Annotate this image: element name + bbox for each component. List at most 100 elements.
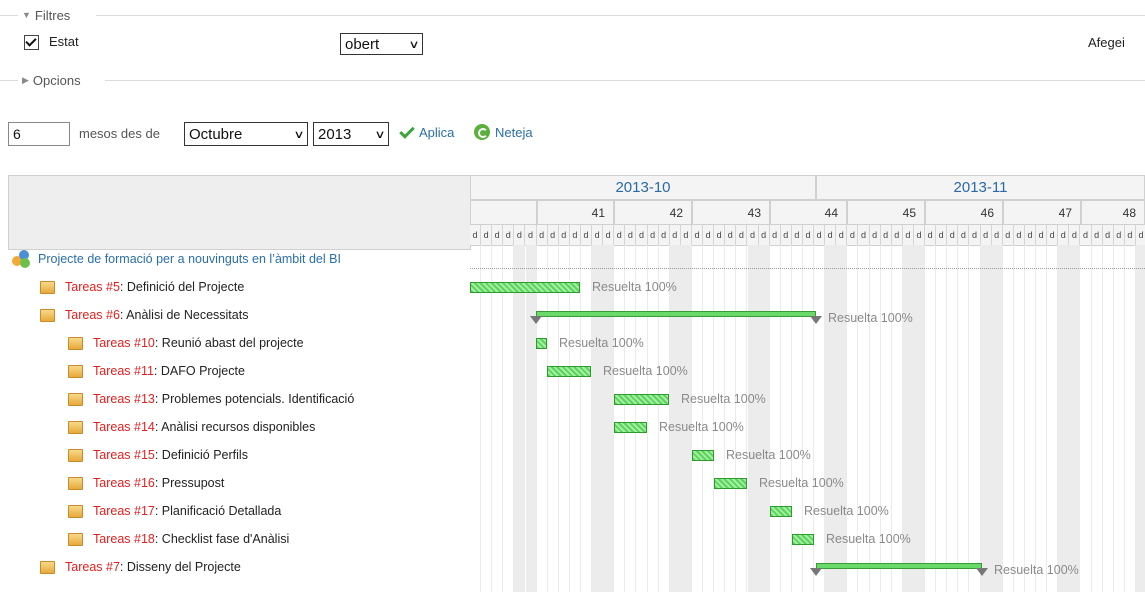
grid-day-column	[1047, 245, 1059, 592]
grid-day-column	[958, 245, 970, 592]
day-cell: d	[981, 225, 992, 245]
task-link[interactable]: Tareas #17	[93, 504, 155, 518]
day-cell: d	[570, 225, 581, 245]
day-cell: d	[1025, 225, 1036, 245]
estat-select[interactable]: obert ∨	[340, 33, 423, 55]
day-cell: d	[958, 225, 970, 245]
task-link[interactable]: Tareas #18	[93, 532, 155, 546]
task-row: Tareas #10: Reunió abast del projecte	[68, 329, 304, 357]
month-header: 2013-11	[816, 175, 1145, 200]
task-link[interactable]: Tareas #7	[65, 560, 120, 574]
grid-day-column	[1114, 245, 1125, 592]
task-bar[interactable]	[547, 366, 591, 377]
day-cell: d	[637, 225, 648, 245]
grid-day-column	[548, 245, 559, 592]
task-icon	[68, 504, 83, 518]
filters-legend[interactable]: ▼ Filtres	[0, 8, 70, 23]
divider	[0, 14, 18, 16]
task-link[interactable]: Tareas #13	[93, 392, 155, 406]
parent-bar-end-marker	[530, 316, 542, 324]
estat-checkbox[interactable]	[24, 35, 39, 50]
day-cell: d	[537, 225, 548, 245]
task-status-label: Resuelta 100%	[826, 532, 911, 546]
day-cell: d	[581, 225, 592, 245]
chevron-down-icon: ∨	[293, 128, 305, 141]
month-header: 2013-10	[470, 175, 816, 200]
day-cell: d	[714, 225, 726, 245]
task-link[interactable]: Tareas #10	[93, 336, 155, 350]
day-cell: d	[1092, 225, 1103, 245]
day-cell: d	[1069, 225, 1081, 245]
day-cell: d	[681, 225, 692, 245]
grid-day-column	[1003, 245, 1014, 592]
day-cell: d	[625, 225, 637, 245]
task-title: : DAFO Projecte	[153, 364, 245, 378]
task-bar[interactable]	[770, 506, 792, 517]
grid-day-column	[470, 245, 481, 592]
task-icon	[68, 336, 83, 350]
day-cell: d	[670, 225, 681, 245]
day-cell: d	[1058, 225, 1070, 245]
task-title: : Checklist fase d'Anàlisi	[154, 532, 290, 546]
task-bar[interactable]	[614, 394, 669, 405]
task-link[interactable]: Tareas #14	[93, 420, 155, 434]
parent-task-bar[interactable]	[816, 563, 982, 569]
day-cell: d	[603, 225, 615, 245]
day-cell: d	[770, 225, 781, 245]
grid-day-column	[503, 245, 515, 592]
task-row: Tareas #13: Problemes potencials. Identi…	[68, 385, 354, 413]
options-legend-label: Opcions	[32, 72, 81, 88]
parent-task-bar[interactable]	[536, 311, 816, 317]
project-link[interactable]: Projecte de formació per a nouvinguts en…	[38, 252, 341, 266]
task-row: Tareas #11: DAFO Projecte	[68, 357, 245, 385]
day-cell: d	[481, 225, 493, 245]
task-bar[interactable]	[692, 450, 714, 461]
task-bar[interactable]	[714, 478, 747, 489]
day-cell: d	[470, 225, 481, 245]
task-link[interactable]: Tareas #5	[65, 280, 120, 294]
task-bar[interactable]	[536, 338, 547, 349]
grid-day-column	[1014, 245, 1025, 592]
grid-day-column	[1025, 245, 1036, 592]
apply-button[interactable]: Aplica	[397, 124, 454, 140]
task-bar[interactable]	[470, 282, 580, 293]
day-cell: d	[970, 225, 981, 245]
clear-button[interactable]: Neteja	[474, 124, 533, 140]
task-link[interactable]: Tareas #11	[93, 364, 154, 378]
task-bar[interactable]	[792, 534, 814, 545]
task-icon	[68, 448, 83, 462]
grid-day-column	[936, 245, 948, 592]
parent-bar-end-marker	[810, 568, 822, 576]
day-cell: d	[759, 225, 770, 245]
options-legend[interactable]: ▶ Opcions	[0, 72, 81, 88]
grid-day-column	[648, 245, 659, 592]
task-link[interactable]: Tareas #6	[65, 308, 120, 322]
year-select[interactable]: 2013 ∨	[313, 122, 389, 146]
task-row: Tareas #17: Planificació Detallada	[68, 497, 281, 525]
task-link[interactable]: Tareas #16	[93, 476, 155, 490]
grid-day-column	[680, 245, 692, 592]
grid-day-column	[1058, 245, 1070, 592]
year-select-value: 2013	[318, 125, 352, 143]
grid-day-column	[637, 245, 648, 592]
task-link[interactable]: Tareas #15	[93, 448, 155, 462]
day-cell: d	[648, 225, 659, 245]
months-input[interactable]: 6	[8, 122, 70, 146]
grid-day-column	[1036, 245, 1048, 592]
checkmark-icon	[397, 124, 415, 140]
week-header: 45	[847, 200, 925, 225]
grid-day-column	[781, 245, 792, 592]
day-cell: d	[492, 225, 504, 245]
options-divider	[105, 80, 1145, 81]
grid-day-column	[725, 245, 737, 592]
month-select[interactable]: Octubre ∨	[184, 122, 308, 146]
task-icon	[40, 308, 55, 322]
day-cell: d	[703, 225, 715, 245]
task-bar[interactable]	[614, 422, 647, 433]
task-status-label: Resuelta 100%	[828, 311, 913, 325]
grid-day-column	[714, 245, 726, 592]
day-cell: d	[748, 225, 759, 245]
task-icon	[68, 532, 83, 546]
chevron-down-icon: ∨	[374, 128, 386, 141]
day-cell: d	[947, 225, 959, 245]
